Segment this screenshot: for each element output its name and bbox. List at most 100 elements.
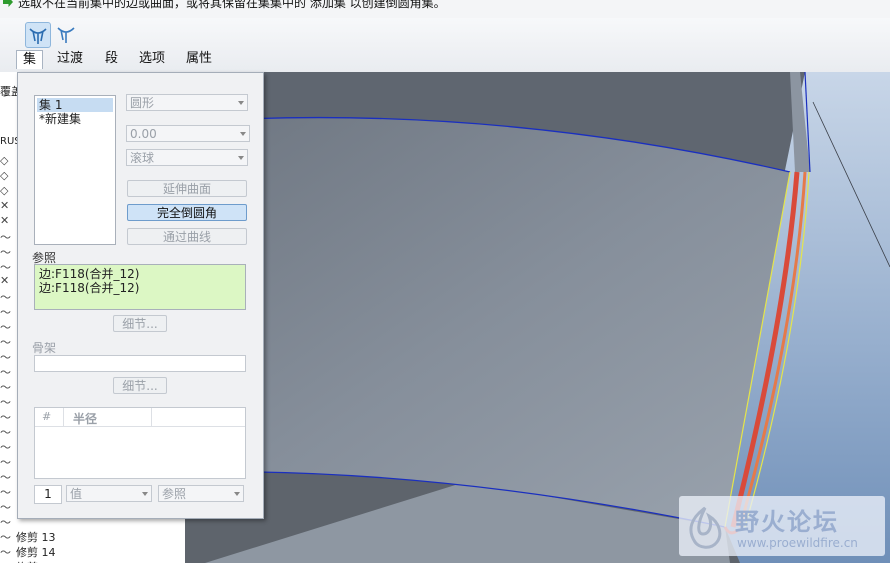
chevron-down-icon (238, 156, 244, 160)
feature-icon: ✕ (0, 199, 10, 212)
tree-item[interactable]: ✕ (0, 274, 16, 289)
feature-icon: 〜 (0, 559, 16, 563)
feature-icon: 〜 (0, 546, 11, 559)
feature-icon: 〜 (0, 231, 11, 244)
feature-icon: 〜 (0, 261, 11, 274)
table-hash-header: # (42, 410, 52, 423)
feature-icon: 〜 (0, 351, 11, 364)
reference-type-select[interactable]: 参照 (158, 485, 244, 502)
tree-item[interactable]: 〜 (0, 454, 16, 469)
tree-item[interactable]: 〜 (0, 364, 16, 379)
tree-item-label: 修剪 14 (16, 546, 56, 559)
through-curve-button[interactable]: 通过曲线 (127, 228, 247, 245)
feature-icon: 〜 (0, 411, 11, 424)
tree-item[interactable]: 〜 (0, 394, 16, 409)
tree-item[interactable]: 〜 (0, 484, 16, 499)
feature-icon: 〜 (0, 306, 11, 319)
skeleton-collector[interactable] (34, 355, 246, 372)
feature-icon: 〜 (0, 381, 11, 394)
tree-item[interactable]: 〜 (0, 499, 16, 514)
chevron-down-icon (240, 132, 246, 136)
watermark-url: www.proewildfire.cn (737, 536, 858, 550)
feature-icon: 〜 (0, 516, 11, 529)
feature-icon: 〜 (0, 441, 11, 454)
feature-icon: 〜 (0, 456, 11, 469)
message-arrow-icon (3, 0, 13, 7)
tab-options[interactable]: 选项 (133, 50, 171, 68)
feature-icon: ✕ (0, 214, 10, 227)
feature-icon: 〜 (0, 471, 11, 484)
radius-value-field[interactable]: 0.00 (126, 125, 250, 142)
message-text: 选取不在当前集中的边或曲面，或将其保留在集集中的 添加集 以创建倒圆角集。 (18, 0, 446, 10)
tree-item[interactable]: ◇ (0, 169, 16, 184)
reference-item[interactable]: 边:F118(合并_12) (37, 267, 139, 281)
set-item-1[interactable]: 集 1 (37, 98, 113, 112)
tree-item[interactable]: 〜 (0, 514, 16, 529)
tree-item[interactable]: ◇ (0, 184, 16, 199)
tree-item[interactable]: 〜 (0, 259, 16, 274)
feature-icon: 〜 (0, 501, 11, 514)
tree-item[interactable]: 〜 (0, 289, 16, 304)
feature-icon: 〜 (0, 336, 11, 349)
tree-item[interactable]: 〜修剪 14 (0, 544, 56, 559)
chevron-down-icon (238, 101, 244, 105)
forum-watermark: 野火论坛 www.proewildfire.cn (679, 496, 885, 556)
tree-item[interactable]: 〜修剪 15 (0, 559, 56, 563)
tree-item[interactable]: 〜 (0, 439, 16, 454)
feature-icon: ✕ (0, 274, 10, 287)
feature-icon: 〜 (0, 246, 11, 259)
reference-item[interactable]: 边:F118(合并_12) (37, 281, 139, 295)
tree-item[interactable]: ◇ (0, 154, 16, 169)
model-geometry (185, 72, 890, 563)
tree-item[interactable]: ✕ (0, 214, 16, 229)
feature-icon: ◇ (0, 154, 9, 167)
tree-item-label: 修剪 13 (16, 531, 56, 544)
skeleton-details-button[interactable]: 细节... (113, 377, 167, 394)
feature-icon: 〜 (0, 291, 11, 304)
watermark-title: 野火论坛 (735, 508, 839, 536)
tree-item[interactable]: 〜 (0, 319, 16, 334)
tab-properties[interactable]: 属性 (180, 50, 218, 68)
feature-icon: 〜 (0, 366, 11, 379)
radius-table-header: # 半径 (35, 408, 245, 427)
chevron-down-icon (142, 492, 148, 496)
tree-item[interactable]: 〜修剪 13 (0, 529, 56, 544)
tree-item[interactable]: 〜 (0, 229, 16, 244)
round-transition-mode-icon[interactable] (54, 22, 78, 46)
feature-icon: ◇ (0, 169, 9, 182)
tree-item[interactable]: ✕ (0, 199, 16, 214)
full-round-button[interactable]: 完全倒圆角 (127, 204, 247, 221)
tree-item[interactable]: 〜 (0, 469, 16, 484)
tree-item[interactable]: 〜 (0, 379, 16, 394)
tab-transitions[interactable]: 过渡 (51, 50, 89, 68)
tree-item[interactable]: 〜 (0, 244, 16, 259)
round-set-mode-icon[interactable] (25, 22, 51, 48)
skeleton-label: 骨架 (32, 341, 57, 355)
tab-segments[interactable]: 段 (99, 50, 124, 68)
tree-item[interactable]: 〜 (0, 349, 16, 364)
message-bar: 选取不在当前集中的边或曲面，或将其保留在集集中的 添加集 以创建倒圆角集。 (0, 0, 890, 18)
feature-icon: 〜 (0, 321, 11, 334)
feature-icon: 〜 (0, 531, 11, 544)
feature-icon: 〜 (0, 396, 11, 409)
sets-list[interactable]: 集 1 *新建集 (34, 95, 116, 245)
dashboard-toolbar: 集 过渡 段 选项 属性 (0, 18, 890, 73)
extend-surfaces-button[interactable]: 延伸曲面 (127, 180, 247, 197)
table-radius-header: 半径 (73, 412, 98, 426)
creation-method-select[interactable]: 滚球 (126, 149, 248, 166)
references-collector[interactable]: 边:F118(合并_12) 边:F118(合并_12) (34, 264, 246, 310)
value-type-select[interactable]: 值 (66, 485, 152, 502)
forum-logo-icon (689, 506, 722, 549)
row-number-field[interactable]: 1 (34, 485, 62, 504)
tree-item[interactable]: 〜 (0, 424, 16, 439)
tree-item[interactable]: 〜 (0, 409, 16, 424)
feature-icon: ◇ (0, 184, 9, 197)
cross-section-shape-select[interactable]: 圆形 (126, 94, 248, 111)
tab-sets[interactable]: 集 (16, 50, 44, 69)
radius-table[interactable]: # 半径 (34, 407, 246, 479)
tree-item[interactable]: 〜 (0, 334, 16, 349)
graphics-viewport[interactable] (185, 72, 890, 563)
tree-item[interactable]: 〜 (0, 304, 16, 319)
set-item-new[interactable]: *新建集 (37, 112, 81, 126)
references-details-button[interactable]: 细节... (113, 315, 167, 332)
